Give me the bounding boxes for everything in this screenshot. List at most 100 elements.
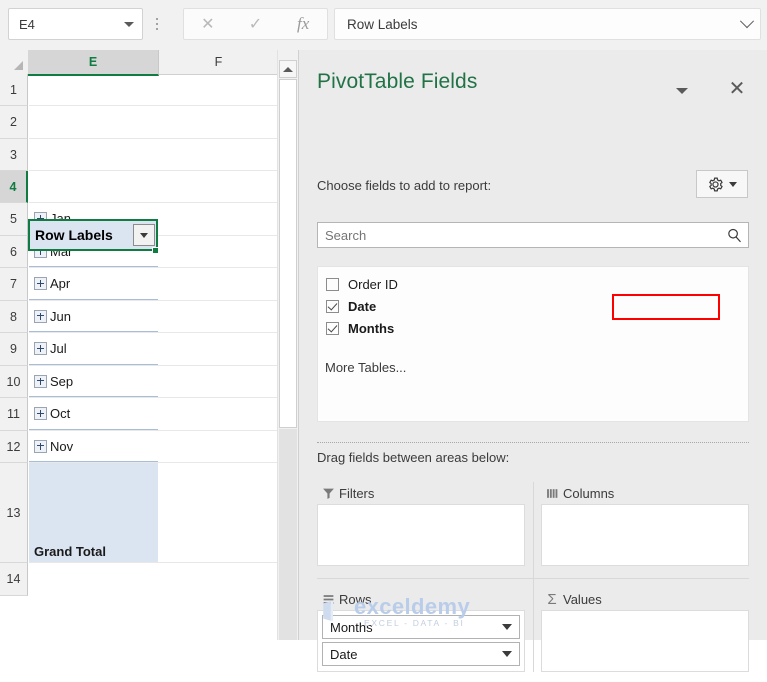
rows-field-pill-date[interactable]: Date [322,642,520,666]
vertical-scrollbar[interactable] [277,50,299,640]
name-box[interactable]: E4 [8,8,143,40]
grid-row-14[interactable] [29,563,278,596]
values-dropzone[interactable] [541,610,749,672]
worksheet-grid[interactable]: E F 1 2 3 4 5 6 7 8 9 10 11 12 13 14 Mar… [0,50,298,640]
values-area[interactable]: Σ Values [541,588,749,672]
cell-E14[interactable] [29,563,158,596]
values-header: Σ Values [541,588,749,610]
column-header-E[interactable]: E [28,50,159,76]
rows-dropzone[interactable]: Months Date [317,610,525,672]
filter-dropdown-icon[interactable] [133,224,155,246]
row-header-14[interactable]: 14 [0,563,28,596]
checkmark-icon[interactable]: ✓ [232,10,280,38]
field-label: Date [348,298,377,314]
filters-header: Filters [317,482,525,504]
expand-icon[interactable] [34,407,47,420]
cell-E4-placeholder[interactable] [29,171,158,202]
grid-row-12[interactable]: Nov [29,431,278,463]
pill-dropdown-icon[interactable] [495,624,519,630]
grid-row-11[interactable]: Oct [29,398,278,431]
cell-E2[interactable] [29,106,158,138]
row-header-3[interactable]: 3 [0,139,28,171]
expand-icon[interactable] [34,342,47,355]
grid-row-4[interactable] [29,171,278,203]
selected-cell-E4[interactable]: Row Labels [28,219,158,251]
grid-row-1[interactable] [29,74,278,106]
grid-row-2[interactable] [29,106,278,139]
pivot-item-label: Jun [50,308,71,324]
cell-E11[interactable]: Oct [29,398,158,430]
cell-E1[interactable] [29,74,158,105]
formula-expand-icon[interactable] [734,10,760,38]
cancel-icon[interactable]: ✕ [184,10,232,38]
row-header-4[interactable]: 4 [0,171,28,203]
search-input[interactable] [318,226,720,244]
row-header-2[interactable]: 2 [0,106,28,139]
expand-icon[interactable] [34,277,47,290]
scrollbar-track[interactable] [279,429,297,640]
row-header-10[interactable]: 10 [0,366,28,398]
formula-value: Row Labels [347,16,418,32]
checkbox-icon[interactable] [326,277,339,291]
grid-row-9[interactable]: Jul [29,333,278,366]
chevron-down-icon[interactable] [673,84,691,98]
rows-area[interactable]: Rows Months Date [317,588,525,672]
filters-area[interactable]: Filters [317,482,525,566]
scrollbar-thumb[interactable] [279,79,297,428]
scroll-up-icon[interactable] [279,60,297,78]
cell-E10[interactable]: Sep [29,366,158,397]
grid-row-10[interactable]: Sep [29,366,278,398]
expand-icon[interactable] [34,374,47,388]
more-options-icon[interactable] [150,14,164,34]
select-all-corner[interactable] [0,50,29,75]
formula-input[interactable]: Row Labels [334,8,761,40]
filter-icon [317,487,339,500]
checkbox-icon[interactable] [326,299,339,313]
expand-icon[interactable] [34,439,47,453]
panel-tools-button[interactable] [696,170,748,198]
pivot-item-label: Apr [50,276,71,291]
fill-handle[interactable] [152,247,159,254]
row-header-8[interactable]: 8 [0,301,28,333]
fx-icon[interactable]: fx [279,10,327,38]
cell-E7[interactable]: Apr [29,268,158,300]
annotation-highlight-date [612,294,720,320]
grid-row-8[interactable]: Jun [29,301,278,333]
pill-dropdown-icon[interactable] [495,651,519,657]
search-field[interactable] [317,222,749,248]
row-header-12[interactable]: 12 [0,431,28,463]
row-header-7[interactable]: 7 [0,268,28,301]
row-header-13[interactable]: 13 [0,463,28,563]
row-header-6[interactable]: 6 [0,236,28,268]
rows-header: Rows [317,588,525,610]
field-list[interactable]: Order ID Date Months [317,266,749,422]
search-icon[interactable] [720,223,748,247]
field-item-order-id[interactable]: Order ID [318,273,748,295]
columns-area[interactable]: Columns [541,482,749,566]
name-box-dropdown-icon[interactable] [116,10,142,38]
cell-E3[interactable] [29,139,158,170]
grid-row-7[interactable]: Apr [29,268,278,301]
filters-dropzone[interactable] [317,504,525,566]
field-item-months[interactable]: Months [318,317,748,339]
close-icon[interactable]: ✕ [724,76,750,102]
row-header-9[interactable]: 9 [0,333,28,366]
column-header-F[interactable]: F [159,50,279,75]
pill-label: Date [330,646,358,662]
row-header-11[interactable]: 11 [0,398,28,431]
cell-E8[interactable]: Jun [29,301,158,332]
cell-E13-grand-total[interactable]: Grand Total [29,463,158,562]
sigma-icon: Σ [547,590,557,608]
cell-E12[interactable]: Nov [29,431,158,462]
row-header-1[interactable]: 1 [0,74,28,106]
expand-icon[interactable] [34,309,47,323]
checkbox-icon[interactable] [326,321,339,335]
more-tables-link[interactable]: More Tables... [325,360,406,375]
row-header-5[interactable]: 5 [0,203,28,236]
columns-dropzone[interactable] [541,504,749,566]
grid-row-13[interactable]: Grand Total [29,463,278,563]
grid-row-3[interactable] [29,139,278,171]
cell-E9[interactable]: Jul [29,333,158,365]
rows-field-pill-months[interactable]: Months [322,615,520,639]
choose-fields-label: Choose fields to add to report: [317,178,492,193]
